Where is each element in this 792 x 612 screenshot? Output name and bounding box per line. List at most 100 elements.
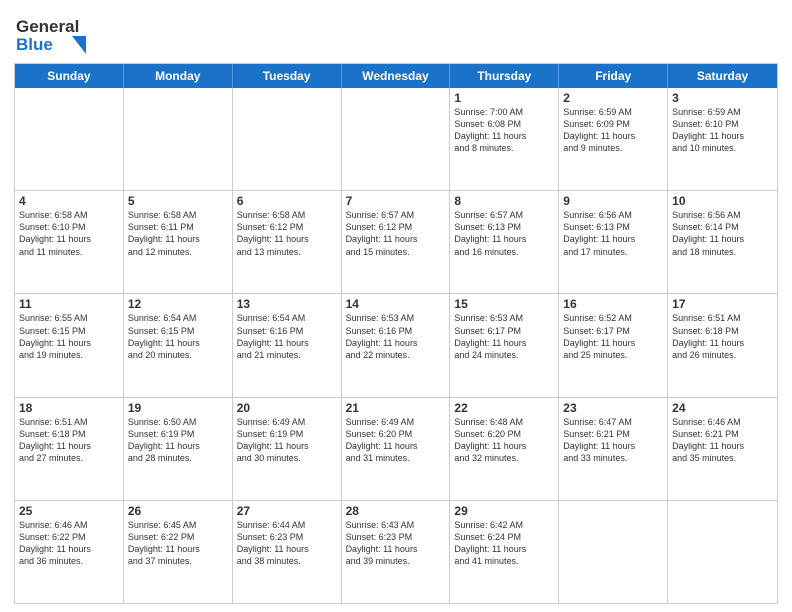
day-info: Sunrise: 6:55 AM Sunset: 6:15 PM Dayligh… — [19, 312, 119, 361]
day-cell-16: 16Sunrise: 6:52 AM Sunset: 6:17 PM Dayli… — [559, 294, 668, 396]
day-info: Sunrise: 6:58 AM Sunset: 6:10 PM Dayligh… — [19, 209, 119, 258]
day-info: Sunrise: 6:47 AM Sunset: 6:21 PM Dayligh… — [563, 416, 663, 465]
day-cell-25: 25Sunrise: 6:46 AM Sunset: 6:22 PM Dayli… — [15, 501, 124, 603]
day-info: Sunrise: 6:59 AM Sunset: 6:09 PM Dayligh… — [563, 106, 663, 155]
day-info: Sunrise: 6:53 AM Sunset: 6:17 PM Dayligh… — [454, 312, 554, 361]
day-cell-15: 15Sunrise: 6:53 AM Sunset: 6:17 PM Dayli… — [450, 294, 559, 396]
day-cell-13: 13Sunrise: 6:54 AM Sunset: 6:16 PM Dayli… — [233, 294, 342, 396]
day-cell-5: 5Sunrise: 6:58 AM Sunset: 6:11 PM Daylig… — [124, 191, 233, 293]
day-number: 13 — [237, 297, 337, 311]
day-number: 18 — [19, 401, 119, 415]
day-info: Sunrise: 6:49 AM Sunset: 6:19 PM Dayligh… — [237, 416, 337, 465]
day-cell-11: 11Sunrise: 6:55 AM Sunset: 6:15 PM Dayli… — [15, 294, 124, 396]
day-number: 10 — [672, 194, 773, 208]
day-number: 14 — [346, 297, 446, 311]
day-info: Sunrise: 6:57 AM Sunset: 6:12 PM Dayligh… — [346, 209, 446, 258]
day-info: Sunrise: 6:56 AM Sunset: 6:14 PM Dayligh… — [672, 209, 773, 258]
day-number: 5 — [128, 194, 228, 208]
calendar-row-3: 11Sunrise: 6:55 AM Sunset: 6:15 PM Dayli… — [15, 293, 777, 396]
day-number: 22 — [454, 401, 554, 415]
day-number: 23 — [563, 401, 663, 415]
day-cell-21: 21Sunrise: 6:49 AM Sunset: 6:20 PM Dayli… — [342, 398, 451, 500]
day-cell-23: 23Sunrise: 6:47 AM Sunset: 6:21 PM Dayli… — [559, 398, 668, 500]
day-cell-29: 29Sunrise: 6:42 AM Sunset: 6:24 PM Dayli… — [450, 501, 559, 603]
header-cell-saturday: Saturday — [668, 64, 777, 88]
day-cell-22: 22Sunrise: 6:48 AM Sunset: 6:20 PM Dayli… — [450, 398, 559, 500]
day-number: 24 — [672, 401, 773, 415]
day-info: Sunrise: 6:49 AM Sunset: 6:20 PM Dayligh… — [346, 416, 446, 465]
day-cell-empty — [15, 88, 124, 190]
day-cell-empty — [342, 88, 451, 190]
calendar-body: 1Sunrise: 7:00 AM Sunset: 6:08 PM Daylig… — [15, 88, 777, 603]
day-info: Sunrise: 6:53 AM Sunset: 6:16 PM Dayligh… — [346, 312, 446, 361]
calendar-header: SundayMondayTuesdayWednesdayThursdayFrid… — [15, 64, 777, 88]
calendar-row-2: 4Sunrise: 6:58 AM Sunset: 6:10 PM Daylig… — [15, 190, 777, 293]
day-number: 3 — [672, 91, 773, 105]
day-info: Sunrise: 6:54 AM Sunset: 6:16 PM Dayligh… — [237, 312, 337, 361]
logo-svg: General Blue — [14, 10, 104, 54]
calendar-row-5: 25Sunrise: 6:46 AM Sunset: 6:22 PM Dayli… — [15, 500, 777, 603]
day-info: Sunrise: 6:50 AM Sunset: 6:19 PM Dayligh… — [128, 416, 228, 465]
day-cell-8: 8Sunrise: 6:57 AM Sunset: 6:13 PM Daylig… — [450, 191, 559, 293]
day-cell-empty — [233, 88, 342, 190]
day-info: Sunrise: 6:45 AM Sunset: 6:22 PM Dayligh… — [128, 519, 228, 568]
day-info: Sunrise: 6:57 AM Sunset: 6:13 PM Dayligh… — [454, 209, 554, 258]
day-cell-empty — [668, 501, 777, 603]
day-info: Sunrise: 6:46 AM Sunset: 6:21 PM Dayligh… — [672, 416, 773, 465]
day-number: 17 — [672, 297, 773, 311]
day-number: 9 — [563, 194, 663, 208]
header-cell-monday: Monday — [124, 64, 233, 88]
day-number: 11 — [19, 297, 119, 311]
day-info: Sunrise: 6:43 AM Sunset: 6:23 PM Dayligh… — [346, 519, 446, 568]
day-info: Sunrise: 6:54 AM Sunset: 6:15 PM Dayligh… — [128, 312, 228, 361]
calendar-row-1: 1Sunrise: 7:00 AM Sunset: 6:08 PM Daylig… — [15, 88, 777, 190]
logo: General Blue — [14, 10, 104, 59]
day-number: 21 — [346, 401, 446, 415]
header-cell-thursday: Thursday — [450, 64, 559, 88]
day-info: Sunrise: 6:52 AM Sunset: 6:17 PM Dayligh… — [563, 312, 663, 361]
header: General Blue — [14, 10, 778, 59]
day-cell-4: 4Sunrise: 6:58 AM Sunset: 6:10 PM Daylig… — [15, 191, 124, 293]
day-number: 2 — [563, 91, 663, 105]
day-number: 12 — [128, 297, 228, 311]
day-cell-10: 10Sunrise: 6:56 AM Sunset: 6:14 PM Dayli… — [668, 191, 777, 293]
header-cell-friday: Friday — [559, 64, 668, 88]
day-info: Sunrise: 6:42 AM Sunset: 6:24 PM Dayligh… — [454, 519, 554, 568]
day-cell-19: 19Sunrise: 6:50 AM Sunset: 6:19 PM Dayli… — [124, 398, 233, 500]
day-cell-7: 7Sunrise: 6:57 AM Sunset: 6:12 PM Daylig… — [342, 191, 451, 293]
day-cell-1: 1Sunrise: 7:00 AM Sunset: 6:08 PM Daylig… — [450, 88, 559, 190]
day-cell-empty — [559, 501, 668, 603]
header-cell-wednesday: Wednesday — [342, 64, 451, 88]
calendar: SundayMondayTuesdayWednesdayThursdayFrid… — [14, 63, 778, 604]
day-number: 8 — [454, 194, 554, 208]
day-number: 25 — [19, 504, 119, 518]
day-number: 20 — [237, 401, 337, 415]
day-cell-28: 28Sunrise: 6:43 AM Sunset: 6:23 PM Dayli… — [342, 501, 451, 603]
calendar-row-4: 18Sunrise: 6:51 AM Sunset: 6:18 PM Dayli… — [15, 397, 777, 500]
day-number: 29 — [454, 504, 554, 518]
day-info: Sunrise: 6:46 AM Sunset: 6:22 PM Dayligh… — [19, 519, 119, 568]
day-info: Sunrise: 6:58 AM Sunset: 6:11 PM Dayligh… — [128, 209, 228, 258]
day-cell-12: 12Sunrise: 6:54 AM Sunset: 6:15 PM Dayli… — [124, 294, 233, 396]
day-number: 1 — [454, 91, 554, 105]
day-info: Sunrise: 6:48 AM Sunset: 6:20 PM Dayligh… — [454, 416, 554, 465]
svg-text:General: General — [16, 17, 79, 36]
day-cell-2: 2Sunrise: 6:59 AM Sunset: 6:09 PM Daylig… — [559, 88, 668, 190]
day-cell-20: 20Sunrise: 6:49 AM Sunset: 6:19 PM Dayli… — [233, 398, 342, 500]
day-cell-empty — [124, 88, 233, 190]
day-cell-14: 14Sunrise: 6:53 AM Sunset: 6:16 PM Dayli… — [342, 294, 451, 396]
day-cell-26: 26Sunrise: 6:45 AM Sunset: 6:22 PM Dayli… — [124, 501, 233, 603]
day-info: Sunrise: 6:51 AM Sunset: 6:18 PM Dayligh… — [672, 312, 773, 361]
day-cell-24: 24Sunrise: 6:46 AM Sunset: 6:21 PM Dayli… — [668, 398, 777, 500]
day-number: 16 — [563, 297, 663, 311]
day-cell-17: 17Sunrise: 6:51 AM Sunset: 6:18 PM Dayli… — [668, 294, 777, 396]
day-info: Sunrise: 6:59 AM Sunset: 6:10 PM Dayligh… — [672, 106, 773, 155]
day-cell-6: 6Sunrise: 6:58 AM Sunset: 6:12 PM Daylig… — [233, 191, 342, 293]
page: General Blue SundayMondayTuesdayWednesda… — [0, 0, 792, 612]
day-cell-18: 18Sunrise: 6:51 AM Sunset: 6:18 PM Dayli… — [15, 398, 124, 500]
day-cell-9: 9Sunrise: 6:56 AM Sunset: 6:13 PM Daylig… — [559, 191, 668, 293]
day-number: 19 — [128, 401, 228, 415]
day-info: Sunrise: 6:51 AM Sunset: 6:18 PM Dayligh… — [19, 416, 119, 465]
day-info: Sunrise: 6:58 AM Sunset: 6:12 PM Dayligh… — [237, 209, 337, 258]
day-number: 28 — [346, 504, 446, 518]
